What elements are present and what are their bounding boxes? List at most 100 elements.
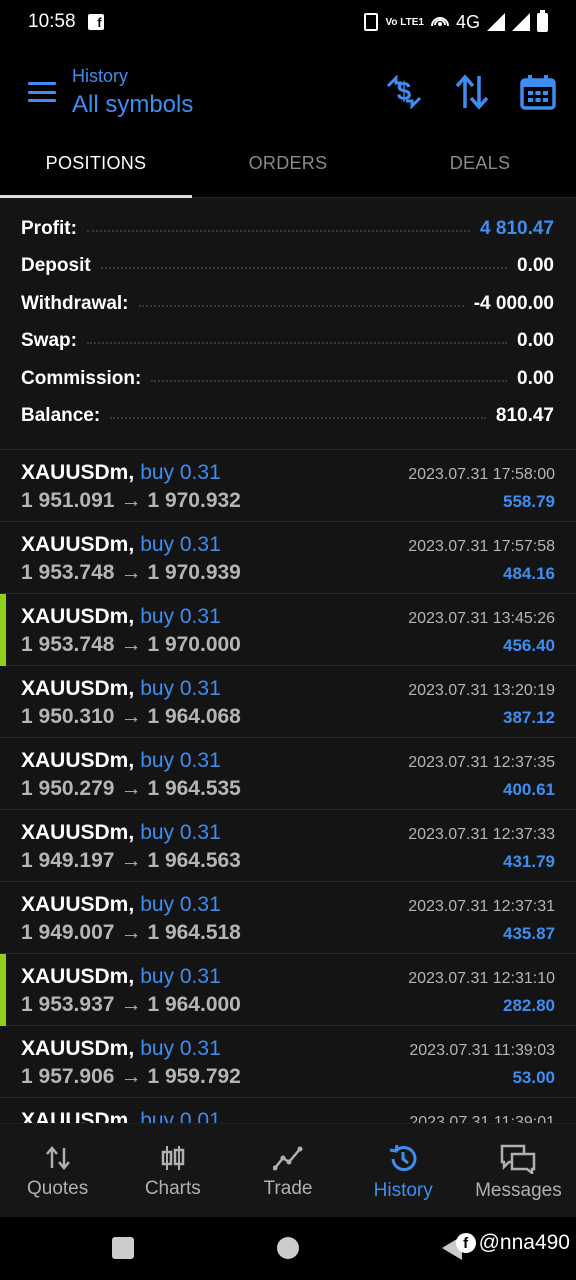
- status-icons: Vo LTE1 4G: [364, 9, 548, 33]
- deal-row[interactable]: XAUUSDm, buy 0.31 2023.07.31 17:57:58 1 953…: [0, 522, 576, 594]
- trade-icon: [273, 1146, 303, 1171]
- deal-row-bottom: 1 949.197 → 1 964.563 431.79: [21, 849, 555, 873]
- deal-row-bottom: 1 950.310 → 1 964.068 387.12: [21, 705, 555, 729]
- deal-arrow: →: [120, 921, 142, 944]
- deal-open-price: 1 949.007: [21, 921, 115, 944]
- deal-arrow: →: [120, 993, 142, 1016]
- watermark: f @nna490: [455, 1231, 570, 1255]
- summary-label: Balance:: [21, 405, 101, 427]
- dotted-leader: [86, 229, 471, 232]
- deal-close-price: 1 964.068: [147, 705, 241, 728]
- summary-label: Profit:: [21, 217, 77, 239]
- header-subtitle: History: [72, 65, 129, 86]
- deal-symbol: XAUUSDm,: [21, 1109, 135, 1123]
- deal-close-price: 1 964.535: [147, 777, 241, 800]
- nav-quotes[interactable]: Quotes: [0, 1124, 115, 1217]
- deal-symbol: XAUUSDm,: [21, 677, 135, 700]
- deal-side-volume: buy 0.31: [140, 893, 221, 916]
- facebook-notification-icon: f: [87, 14, 104, 30]
- facebook-logo-icon: f: [455, 1233, 476, 1253]
- deal-row-top: XAUUSDm, buy 0.01 2023.07.31 11:39:01: [21, 1109, 555, 1123]
- watermark-handle: @nna490: [478, 1231, 570, 1254]
- summary-row-profit: Profit: 4 810.47: [21, 210, 554, 248]
- positions-list: XAUUSDm, buy 0.31 2023.07.31 17:58:00 1 951…: [0, 450, 576, 1123]
- position-marker: [0, 954, 6, 1026]
- deal-row[interactable]: XAUUSDm, buy 0.31 2023.07.31 12:37:31 1 949…: [0, 882, 576, 954]
- deal-row[interactable]: XAUUSDm, buy 0.31 2023.07.31 12:31:10 1 953…: [0, 954, 576, 1026]
- deal-side-volume: buy 0.31: [140, 461, 221, 484]
- nav-label: Trade: [263, 1178, 313, 1199]
- summary-label: Swap:: [21, 330, 77, 352]
- dotted-leader: [138, 304, 464, 307]
- summary-value: 0.00: [517, 330, 554, 352]
- summary-label: Deposit: [21, 255, 91, 277]
- messages-icon: [501, 1144, 536, 1174]
- deal-symbol: XAUUSDm,: [21, 605, 135, 628]
- deal-profit: 400.61: [503, 780, 555, 799]
- calendar-icon[interactable]: [520, 74, 556, 110]
- deal-row[interactable]: XAUUSDm, buy 0.31 2023.07.31 17:58:00 1 951…: [0, 450, 576, 522]
- tab-positions[interactable]: POSITIONS: [0, 140, 192, 198]
- deal-row[interactable]: XAUUSDm, buy 0.31 2023.07.31 13:20:19 1 950…: [0, 666, 576, 738]
- deal-symbol: XAUUSDm,: [21, 965, 135, 988]
- deal-row-bottom: 1 949.007 → 1 964.518 435.87: [21, 921, 555, 945]
- deal-row[interactable]: XAUUSDm, buy 0.01 2023.07.31 11:39:01: [0, 1098, 576, 1123]
- nav-messages[interactable]: Messages: [461, 1124, 576, 1217]
- recents-button[interactable]: [112, 1237, 134, 1259]
- nav-history[interactable]: History: [346, 1124, 461, 1217]
- deal-close-price: 1 970.000: [147, 633, 241, 656]
- summary-value: 0.00: [517, 255, 554, 277]
- deal-arrow: →: [120, 705, 142, 728]
- deal-arrow: →: [120, 633, 142, 656]
- deal-profit: 435.87: [503, 924, 555, 943]
- deal-profit: 558.79: [503, 492, 555, 511]
- app-header: History All symbols $: [0, 44, 576, 140]
- deal-side-volume: buy 0.31: [140, 1037, 221, 1060]
- hotspot-icon: [430, 17, 449, 27]
- deal-symbol: XAUUSDm,: [21, 893, 135, 916]
- deal-close-price: 1 970.939: [147, 561, 241, 584]
- currency-exchange-icon[interactable]: $: [384, 72, 424, 112]
- sort-icon[interactable]: [454, 74, 490, 110]
- deal-open-price: 1 949.197: [21, 849, 115, 872]
- history-icon: [389, 1144, 417, 1172]
- deal-profit: 387.12: [503, 708, 555, 727]
- deal-row[interactable]: XAUUSDm, buy 0.31 2023.07.31 12:37:33 1 949…: [0, 810, 576, 882]
- deal-row[interactable]: XAUUSDm, buy 0.31 2023.07.31 12:37:35 1 950…: [0, 738, 576, 810]
- deal-row-top: XAUUSDm, buy 0.31 2023.07.31 13:45:26: [21, 605, 555, 629]
- deal-side-volume: buy 0.31: [140, 965, 221, 988]
- deal-arrow: →: [120, 777, 142, 800]
- deal-side-volume: buy 0.31: [140, 605, 221, 628]
- network-type: 4G: [455, 11, 480, 32]
- deal-row[interactable]: XAUUSDm, buy 0.31 2023.07.31 13:45:26 1 953…: [0, 594, 576, 666]
- tab-deals[interactable]: DEALS: [384, 140, 576, 197]
- deal-close-price: 1 964.000: [147, 993, 241, 1016]
- deal-row-top: XAUUSDm, buy 0.31 2023.07.31 12:31:10: [21, 965, 555, 989]
- status-bar: 10:58 f Vo LTE1 4G: [0, 0, 576, 44]
- summary-panel: Profit: 4 810.47 Deposit 0.00 Withdrawal…: [0, 198, 576, 450]
- deal-row[interactable]: XAUUSDm, buy 0.31 2023.07.31 11:39:03 1 957…: [0, 1026, 576, 1098]
- nav-trade[interactable]: Trade: [230, 1124, 345, 1217]
- header-titles[interactable]: History All symbols: [72, 66, 193, 119]
- signal-icon-2: [512, 13, 530, 31]
- tab-orders[interactable]: ORDERS: [192, 140, 384, 197]
- signal-icon-1: [487, 13, 505, 31]
- menu-icon[interactable]: [28, 82, 56, 102]
- deal-row-top: XAUUSDm, buy 0.31 2023.07.31 12:37:35: [21, 749, 555, 773]
- summary-value: 0.00: [517, 367, 554, 389]
- deal-open-price: 1 950.279: [21, 777, 115, 800]
- summary-row-swap: Swap: 0.00: [21, 323, 554, 361]
- nav-label: History: [373, 1180, 433, 1201]
- battery-icon: [537, 9, 548, 32]
- deal-time: 2023.07.31 12:37:31: [408, 898, 555, 915]
- system-navigation: f @nna490: [0, 1217, 576, 1280]
- nav-charts[interactable]: Charts: [115, 1124, 230, 1217]
- summary-row-balance: Balance: 810.47: [21, 398, 554, 436]
- deal-symbol: XAUUSDm,: [21, 821, 135, 844]
- home-button[interactable]: [277, 1237, 299, 1259]
- deal-symbol: XAUUSDm,: [21, 461, 135, 484]
- status-time: 10:58: [28, 11, 76, 32]
- deal-side-volume: buy 0.01: [140, 1109, 221, 1123]
- dotted-leader: [100, 267, 508, 270]
- deal-time: 2023.07.31 12:31:10: [408, 970, 555, 987]
